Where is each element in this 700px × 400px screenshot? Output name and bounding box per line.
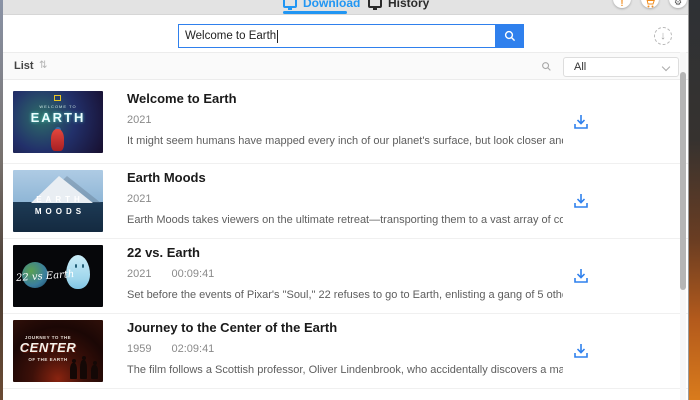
thumb-text: EARTH	[13, 110, 103, 125]
item-title: Journey to the Center of the Earth	[127, 320, 563, 335]
download-item-button[interactable]	[572, 267, 590, 285]
thumb-figure	[91, 365, 98, 379]
item-year: 1959	[127, 343, 151, 355]
thumb-text: WELCOME TO	[13, 104, 103, 109]
item-description: It might seem humans have mapped every i…	[127, 135, 563, 147]
thumb-figure	[80, 360, 87, 379]
desktop-wallpaper-right	[689, 0, 700, 400]
item-year: 2021	[127, 193, 151, 205]
item-body: Journey to the Center of the Earth 1959 0…	[127, 320, 563, 382]
item-year: 2021	[127, 268, 151, 280]
thumb-text: CENTER	[17, 340, 79, 355]
thumb-text: MOODS	[13, 207, 103, 216]
history-monitor-icon	[368, 0, 382, 8]
item-body: Earth Moods 2021 Earth Moods takes viewe…	[127, 170, 563, 232]
item-duration: 00:09:41	[171, 268, 214, 280]
download-item-button[interactable]	[572, 342, 590, 360]
natgeo-logo	[54, 95, 61, 101]
item-description: The film follows a Scottish professor, O…	[127, 364, 563, 376]
thumbnail-journey-center-earth: JOURNEY TO THE CENTER OF THE EARTH	[13, 320, 103, 382]
tab-bar: Download History ! ⚙	[3, 0, 688, 15]
list-item[interactable]: WELCOME TO EARTH Welcome to Earth 2021 I…	[3, 80, 688, 164]
thumb-figure	[70, 363, 77, 379]
feedback-icon[interactable]: !	[613, 0, 631, 8]
item-title: Welcome to Earth	[127, 91, 563, 106]
item-meta: 2021	[127, 114, 563, 126]
download-all-icon[interactable]: ↓	[654, 27, 672, 45]
thumbnail-22-vs-earth: 22 vs Earth	[13, 245, 103, 307]
item-body: 22 vs. Earth 2021 00:09:41 Set before the…	[127, 245, 563, 307]
tab-history-label: History	[388, 0, 429, 10]
thumbnail-earth-moods: EARTH MOODS	[13, 170, 103, 232]
list-item[interactable]: JOURNEY TO THE CENTER OF THE EARTH Journ…	[3, 314, 688, 389]
item-description: Set before the events of Pixar's "Soul,"…	[127, 289, 563, 301]
tab-download-label: Download	[303, 0, 360, 10]
app-window: Download History ! ⚙ Welcome to Earth ↓	[0, 0, 700, 400]
list-header: List ⇅ All	[3, 52, 688, 80]
item-duration: 02:09:41	[171, 343, 214, 355]
active-tab-indicator	[283, 11, 347, 14]
search-button[interactable]	[496, 24, 524, 48]
item-body: Welcome to Earth 2021 It might seem huma…	[127, 91, 563, 153]
scrollbar-thumb[interactable]	[680, 72, 686, 290]
thumbnail-welcome-to-earth: WELCOME TO EARTH	[13, 91, 103, 153]
list-item[interactable]: EARTH MOODS Earth Moods 2021 Earth Moods…	[3, 164, 688, 239]
downloader-app: Download History ! ⚙ Welcome to Earth ↓	[3, 0, 689, 400]
thumb-text: EARTH	[13, 195, 103, 204]
tab-history[interactable]: History	[368, 0, 429, 13]
cart-icon[interactable]	[641, 0, 659, 8]
item-meta: 2021 00:09:41	[127, 268, 563, 280]
filter-search-icon[interactable]	[541, 61, 552, 72]
search-input[interactable]: Welcome to Earth	[178, 24, 496, 48]
thumb-text: OF THE EARTH	[19, 357, 77, 362]
chevron-down-icon	[662, 63, 670, 71]
thumb-figure	[51, 129, 64, 151]
thumb-figure	[75, 264, 77, 268]
download-monitor-icon	[283, 0, 297, 8]
download-item-button[interactable]	[572, 192, 590, 210]
item-meta: 1959 02:09:41	[127, 343, 563, 355]
filter-dropdown[interactable]: All	[563, 57, 679, 77]
download-item-button[interactable]	[572, 113, 590, 131]
item-title: 22 vs. Earth	[127, 245, 563, 260]
list-item[interactable]: 22 vs Earth 22 vs. Earth 2021 00:09:41 Se…	[3, 239, 688, 314]
sort-icon[interactable]: ⇅	[39, 60, 47, 71]
search-input-value: Welcome to Earth	[185, 30, 276, 42]
list-title: List	[14, 60, 34, 72]
result-list: WELCOME TO EARTH Welcome to Earth 2021 I…	[3, 80, 688, 389]
filter-dropdown-value: All	[574, 61, 586, 73]
search-section: Welcome to Earth ↓	[3, 15, 688, 52]
item-title: Earth Moods	[127, 170, 563, 185]
item-meta: 2021	[127, 193, 563, 205]
text-caret	[277, 30, 278, 43]
item-description: Earth Moods takes viewers on the ultimat…	[127, 214, 563, 226]
settings-gear-icon[interactable]: ⚙	[669, 0, 687, 8]
item-year: 2021	[127, 114, 151, 126]
